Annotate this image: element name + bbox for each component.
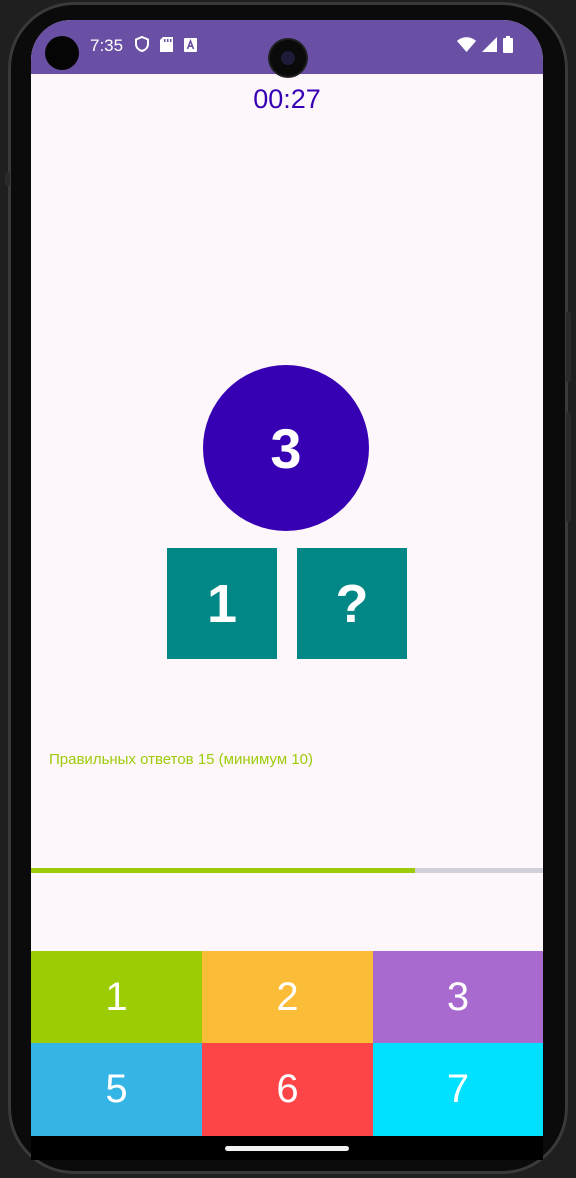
left-operand: 1 (206, 573, 238, 634)
sd-card-icon (160, 36, 173, 56)
signal-icon (482, 37, 497, 56)
answer-key-label: 5 (105, 1067, 128, 1111)
keyboard-a-icon (184, 37, 197, 56)
progress-bar (31, 868, 543, 873)
status-bar: 7:35 (31, 20, 543, 76)
target-number-circle: 3 (203, 365, 369, 531)
gesture-nav-bar (31, 1136, 543, 1160)
answer-key-1[interactable]: 1 (31, 951, 202, 1043)
home-indicator[interactable] (225, 1146, 349, 1151)
app-screen: 7:35 00:27 3 1 ? Правильных ответов 15 (… (31, 20, 543, 1136)
power-button (566, 312, 571, 382)
status-time: 7:35 (90, 36, 124, 55)
answer-key-5[interactable]: 5 (31, 1043, 202, 1136)
sensor-icon (45, 36, 79, 70)
volume-button (5, 172, 10, 186)
status-system-icons (457, 36, 513, 57)
progress-bar-fill (31, 868, 415, 873)
answer-key-label: 3 (446, 974, 470, 1019)
camera-lens (281, 51, 295, 65)
left-operand-box: 1 (167, 548, 277, 659)
answer-key-3[interactable]: 3 (373, 951, 543, 1043)
answer-keypad: 1 2 3 5 6 7 (31, 951, 543, 1136)
status-notification-icons (135, 35, 197, 56)
answer-key-7[interactable]: 7 (373, 1043, 543, 1136)
answer-key-2[interactable]: 2 (202, 951, 373, 1043)
battery-icon (503, 36, 513, 57)
answer-key-label: 7 (446, 1067, 470, 1111)
right-operand-box: ? (297, 548, 407, 659)
answer-key-label: 1 (105, 974, 128, 1019)
countdown-timer: 00:27 (253, 84, 321, 114)
volume-rocker (566, 412, 571, 522)
right-operand: ? (335, 573, 369, 634)
correct-answers-text: Правильных ответов 15 (минимум 10) (49, 751, 313, 768)
answer-key-label: 6 (276, 1067, 299, 1111)
front-camera-icon (270, 40, 306, 76)
answer-key-6[interactable]: 6 (202, 1043, 373, 1136)
answer-key-label: 2 (276, 974, 299, 1019)
wifi-icon (457, 37, 476, 56)
target-number: 3 (270, 416, 302, 480)
shield-icon (135, 35, 149, 56)
